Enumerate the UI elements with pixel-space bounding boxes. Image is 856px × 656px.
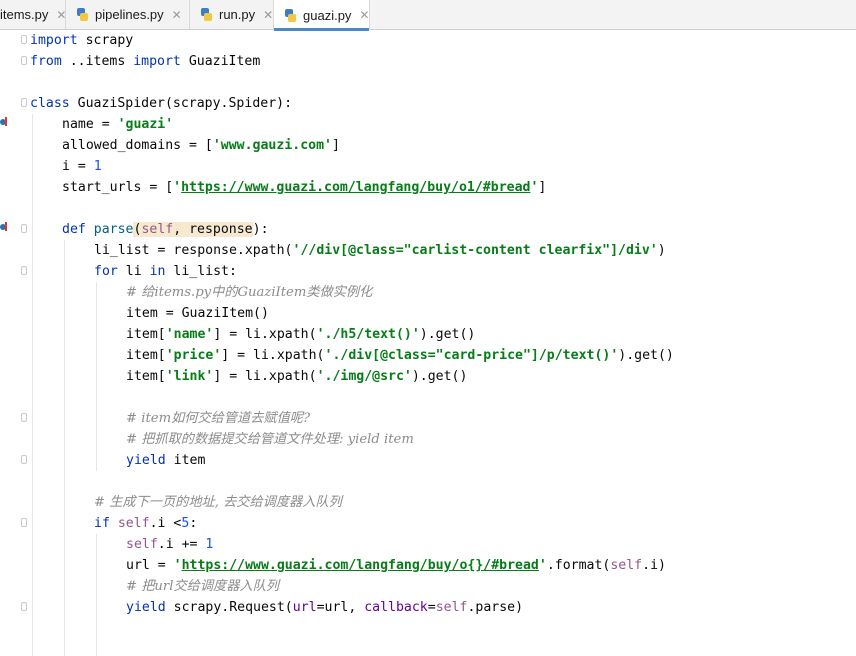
code-line: self.i += 1 bbox=[126, 537, 214, 552]
python-file-icon bbox=[284, 8, 297, 22]
code-line: yield scrapy.Request(url=url, callback=s… bbox=[126, 600, 524, 615]
indent-guide bbox=[64, 240, 65, 656]
code-line: allowed_domains = ['www.gauzi.com'] bbox=[62, 138, 340, 153]
fold-marker[interactable] bbox=[21, 602, 27, 611]
tab-label: run.py bbox=[219, 7, 256, 22]
code-line: item = GuaziItem() bbox=[126, 306, 269, 321]
code-comment: # 生成下一页的地址, 去交给调度器入队列 bbox=[94, 495, 342, 510]
code-line: name = 'guazi' bbox=[62, 117, 174, 132]
code-comment: # 给items.py中的GuaziItem类做实例化 bbox=[126, 285, 373, 300]
code-editor[interactable]: import scrapy from ..items import GuaziI… bbox=[0, 30, 856, 656]
code-line: li_list = response.xpath('//div[@class="… bbox=[94, 243, 666, 258]
tab-pipelines-py[interactable]: pipelines.py ✕ bbox=[66, 0, 190, 29]
tab-label: pipelines.py bbox=[95, 7, 164, 22]
code-line: item['price'] = li.xpath('./div[@class="… bbox=[126, 348, 674, 363]
code-line: def parse(self, response): bbox=[62, 222, 269, 237]
code-comment: # item如何交给管道去赋值呢? bbox=[126, 411, 311, 426]
indent-guide bbox=[32, 114, 33, 656]
close-icon[interactable]: ✕ bbox=[359, 8, 369, 22]
fold-marker[interactable] bbox=[21, 266, 27, 275]
code-line: item['link'] = li.xpath('./img/@src').ge… bbox=[126, 369, 468, 384]
code-comment: # 把url交给调度器入队列 bbox=[126, 579, 279, 594]
code-line: item['name'] = li.xpath('./h5/text()').g… bbox=[126, 327, 476, 342]
fold-marker[interactable] bbox=[21, 518, 27, 527]
url-link[interactable]: https://www.guazi.com/langfang/buy/o1/#b… bbox=[181, 180, 530, 195]
tab-guazi-py[interactable]: guazi.py ✕ bbox=[274, 0, 370, 31]
editor-gutter bbox=[0, 30, 28, 656]
fold-marker[interactable] bbox=[21, 98, 27, 107]
code-line: i = 1 bbox=[62, 159, 102, 174]
tab-run-py[interactable]: run.py ✕ bbox=[190, 0, 274, 29]
tab-label: items.py bbox=[0, 7, 49, 22]
code-line: class GuaziSpider(scrapy.Spider): bbox=[30, 96, 293, 111]
override-icon[interactable] bbox=[0, 117, 9, 128]
code-line: start_urls = ['https://www.guazi.com/lan… bbox=[62, 180, 547, 195]
python-file-icon bbox=[76, 8, 89, 21]
code-line: yield item bbox=[126, 453, 206, 468]
code-line: from ..items import GuaziItem bbox=[30, 54, 261, 69]
close-icon[interactable]: ✕ bbox=[172, 8, 182, 22]
fold-marker[interactable] bbox=[21, 224, 27, 233]
url-link[interactable]: https://www.guazi.com/langfang/buy/o{}/#… bbox=[182, 558, 539, 573]
code-line: url = 'https://www.guazi.com/langfang/bu… bbox=[126, 558, 666, 573]
editor-tab-bar: items.py ✕ pipelines.py ✕ run.py ✕ guazi… bbox=[0, 0, 856, 31]
close-icon[interactable]: ✕ bbox=[56, 8, 66, 22]
fold-marker[interactable] bbox=[21, 56, 27, 65]
code-comment: # 把抓取的数据提交给管道文件处理: yield item bbox=[126, 432, 414, 447]
override-icon[interactable] bbox=[0, 222, 9, 233]
tab-items-py[interactable]: items.py ✕ bbox=[0, 0, 66, 29]
tab-label: guazi.py bbox=[303, 7, 352, 23]
fold-marker[interactable] bbox=[21, 35, 27, 44]
code-line: for li in li_list: bbox=[94, 264, 237, 279]
code-line: import scrapy bbox=[30, 33, 134, 48]
fold-marker[interactable] bbox=[21, 413, 27, 422]
close-icon[interactable]: ✕ bbox=[263, 8, 273, 22]
indent-guide bbox=[96, 534, 97, 656]
code-line: if self.i <5: bbox=[94, 516, 198, 531]
python-file-icon bbox=[200, 8, 213, 21]
fold-marker[interactable] bbox=[21, 455, 27, 464]
indent-guide bbox=[96, 282, 97, 471]
